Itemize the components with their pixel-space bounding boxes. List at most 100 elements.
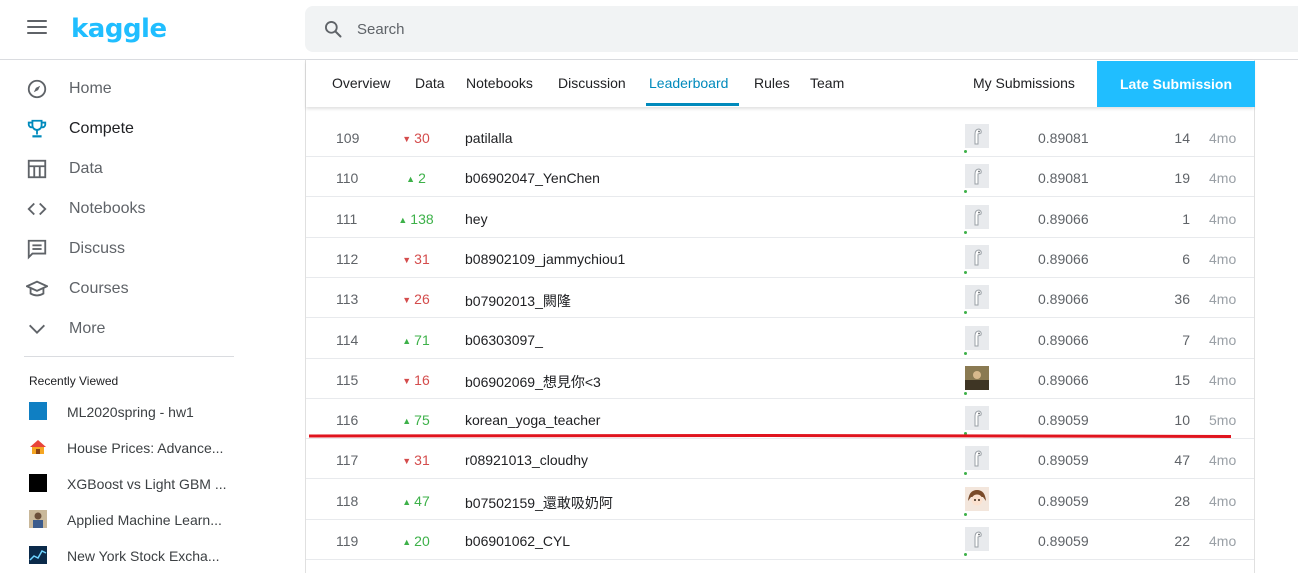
my-submissions-link[interactable]: My Submissions (973, 75, 1075, 91)
team-name[interactable]: b08902109_jammychiou1 (465, 251, 625, 267)
team-name[interactable]: b06902069_想見你<3 (465, 372, 601, 392)
sidebar-item-home[interactable]: Home (0, 69, 240, 109)
entries-cell: 22 (1174, 533, 1190, 549)
sidebar-item-discuss[interactable]: Discuss (0, 229, 240, 269)
rank-cell: 119 (336, 533, 359, 549)
rank-cell: 109 (336, 130, 360, 146)
arrow-down-icon: ▼ (402, 134, 412, 144)
recent-item[interactable]: New York Stock Excha... (0, 538, 250, 573)
rank-change-value: 138 (410, 210, 434, 227)
online-status-dot (964, 230, 967, 234)
sidebar-item-compete[interactable]: Compete (0, 109, 240, 149)
team-name[interactable]: b06901062_CYL (465, 533, 570, 549)
avatar[interactable] (965, 204, 989, 229)
competition-thumbnail (29, 402, 47, 420)
sidebar-item-notebooks[interactable]: Notebooks (0, 189, 240, 229)
online-status-dot (964, 553, 967, 556)
table-row: 112 ▼ 31 b08902109_jammychiou1 0.89066 6 4mo (306, 238, 1254, 278)
tab-data[interactable]: Data (415, 75, 445, 91)
table-row: 115 ▼ 16 b06902069_想見你<3 0.89066 15 4mo (306, 359, 1254, 399)
online-status-dot (964, 190, 967, 194)
rank-cell: 112 (336, 250, 359, 267)
avatar[interactable] (965, 285, 989, 310)
avatar[interactable] (965, 527, 989, 551)
search-input[interactable] (357, 16, 1257, 42)
entries-cell: 7 (1182, 331, 1190, 348)
team-name[interactable]: b06902047_YenChen (465, 170, 600, 186)
online-status-dot (964, 391, 967, 395)
rank-change-value: 47 (414, 492, 430, 509)
last-submission-cell: 4mo (1209, 170, 1237, 187)
online-status-dot (964, 150, 967, 153)
search-bar[interactable] (305, 6, 1298, 52)
last-submission-cell: 4mo (1209, 331, 1237, 348)
avatar[interactable] (965, 406, 989, 431)
rank-change: ▼ 31 (386, 452, 446, 468)
recent-item[interactable]: House Prices: Advance... (0, 430, 250, 466)
tab-discussion[interactable]: Discussion (558, 75, 626, 91)
sidebar-item-data[interactable]: Data (0, 149, 240, 189)
late-submission-button[interactable]: Late Submission (1097, 61, 1255, 107)
online-status-dot (964, 311, 967, 315)
avatar[interactable] (965, 325, 989, 350)
user-thumbnail (29, 510, 47, 528)
team-name[interactable]: patilalla (465, 130, 512, 146)
score-cell: 0.89059 (1038, 533, 1089, 549)
last-submission-cell: 5mo (1209, 412, 1237, 429)
recent-item[interactable]: Applied Machine Learn... (0, 502, 250, 538)
avatar[interactable] (965, 124, 989, 148)
last-submission-cell: 4mo (1209, 492, 1237, 509)
rank-change: ▼ 16 (386, 372, 446, 388)
score-cell: 0.89059 (1038, 412, 1089, 429)
entries-cell: 19 (1174, 170, 1190, 187)
rank-cell: 114 (336, 331, 359, 348)
sidebar-item-courses[interactable]: Courses (0, 269, 240, 309)
tab-notebooks[interactable]: Notebooks (466, 75, 533, 91)
score-cell: 0.89066 (1038, 291, 1089, 308)
arrow-up-icon: ▲ (398, 214, 408, 225)
team-name[interactable]: b07502159_還敢吸奶阿 (465, 493, 613, 513)
active-tab-underline (646, 103, 739, 106)
recent-item[interactable]: XGBoost vs Light GBM ... (0, 466, 250, 502)
table-row: 113 ▼ 26 b07902013_闕隆 0.89066 36 4mo (306, 278, 1254, 319)
sidebar-item-label: Data (69, 160, 103, 177)
arrow-up-icon: ▲ (402, 537, 412, 547)
rank-change: ▲ 138 (386, 211, 446, 227)
score-cell: 0.89066 (1038, 250, 1089, 267)
rank-change-value: 31 (414, 452, 430, 469)
team-name[interactable]: b06303097_ (465, 332, 543, 348)
search-icon (325, 21, 342, 38)
avatar[interactable] (965, 486, 989, 511)
tab-leaderboard[interactable]: Leaderboard (649, 75, 728, 91)
competition-content: Overview Data Notebooks Discussion Leade… (305, 60, 1255, 573)
table-icon (27, 159, 47, 179)
team-name[interactable]: korean_yoga_teacher (465, 412, 600, 428)
entries-cell: 15 (1174, 371, 1190, 388)
sidebar-item-more[interactable]: More (0, 309, 240, 349)
recently-viewed-title: Recently Viewed (29, 374, 119, 388)
team-name[interactable]: b07902013_闕隆 (465, 291, 571, 311)
arrow-down-icon: ▼ (402, 456, 412, 467)
last-submission-cell: 4mo (1209, 210, 1237, 227)
comment-icon (27, 239, 47, 260)
avatar[interactable] (965, 446, 989, 471)
recent-item[interactable]: ML2020spring - hw1 (0, 394, 250, 430)
entries-cell: 28 (1174, 492, 1190, 509)
arrow-up-icon: ▲ (406, 174, 416, 185)
kaggle-logo[interactable]: kaggle (71, 14, 167, 44)
rank-change: ▲ 2 (386, 170, 446, 186)
tab-team[interactable]: Team (810, 75, 844, 91)
avatar[interactable] (965, 244, 989, 269)
avatar[interactable] (965, 164, 989, 189)
team-name[interactable]: r08921013_cloudhy (465, 452, 588, 468)
recent-item-label: House Prices: Advance... (67, 440, 224, 456)
table-row: 114 ▲ 71 b06303097_ 0.89066 7 4mo (306, 319, 1254, 359)
team-name[interactable]: hey (465, 211, 488, 227)
rank-change-value: 75 (414, 412, 430, 429)
recent-item-label: Applied Machine Learn... (67, 512, 222, 528)
avatar[interactable] (965, 365, 989, 390)
menu-icon[interactable] (27, 20, 47, 38)
tab-overview[interactable]: Overview (332, 75, 390, 91)
sidebar-item-label: Compete (69, 120, 134, 137)
tab-rules[interactable]: Rules (754, 75, 790, 91)
